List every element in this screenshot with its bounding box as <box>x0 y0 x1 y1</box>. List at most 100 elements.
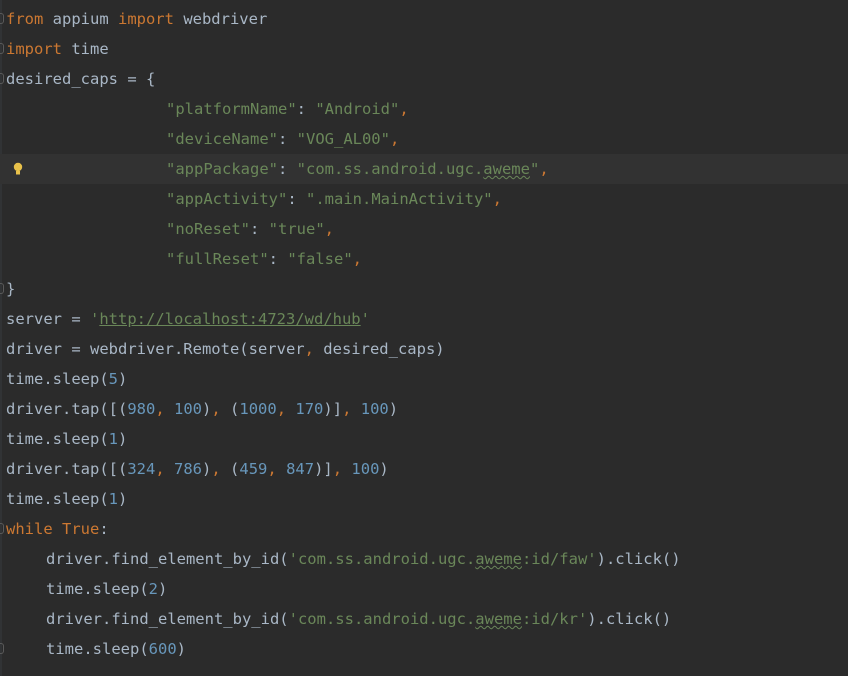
code-line[interactable]: time.sleep(600) <box>0 634 848 664</box>
code-text: time.sleep(2) <box>46 574 167 604</box>
code-token: True <box>62 520 100 538</box>
code-token: " <box>529 160 540 178</box>
code-token: "deviceName" <box>166 130 278 148</box>
code-token: , <box>332 460 343 478</box>
code-token: , <box>267 460 277 478</box>
code-token: 324 <box>127 460 156 478</box>
code-text: "fullReset": "false", <box>166 244 362 274</box>
code-line[interactable]: "noReset": "true", <box>0 214 848 244</box>
code-token: while <box>6 520 53 538</box>
code-token: ) <box>388 400 399 418</box>
fold-icon[interactable] <box>0 43 4 54</box>
code-line[interactable]: time.sleep(2) <box>0 574 848 604</box>
code-text: time.sleep(600) <box>46 634 186 664</box>
code-token: : <box>250 220 269 238</box>
code-token: import <box>117 10 174 28</box>
code-token: : <box>287 190 306 208</box>
code-token: ) <box>202 400 212 418</box>
code-token: "appActivity" <box>166 190 288 208</box>
code-line[interactable]: time.sleep(1) <box>0 424 848 454</box>
code-line[interactable]: "appPackage": "com.ss.android.ugc.aweme"… <box>0 154 848 184</box>
code-token: ".main.MainActivity" <box>306 190 493 208</box>
fold-icon[interactable] <box>0 643 4 654</box>
code-text: "appActivity": ".main.MainActivity", <box>166 184 502 214</box>
code-token: driver.tap([( <box>6 460 128 478</box>
code-token: ) <box>176 640 186 658</box>
lightbulb-icon[interactable] <box>13 162 23 176</box>
code-token: )] <box>323 400 343 418</box>
code-token: , <box>304 340 314 358</box>
code-line[interactable]: desired_caps = { <box>0 64 848 94</box>
code-token: ).click() <box>596 550 681 568</box>
code-line[interactable]: driver.find_element_by_id('com.ss.androi… <box>0 604 848 634</box>
code-token: , <box>342 400 352 418</box>
code-token: 100 <box>351 460 380 478</box>
code-editor[interactable]: from appium import webdriver import time d… <box>0 0 848 676</box>
code-token: 'com.ss.android.ugc. <box>288 550 476 568</box>
code-token: ( <box>220 460 240 478</box>
code-token: desired_caps) <box>313 340 445 358</box>
code-token: 100 <box>360 400 389 418</box>
code-text: from appium import webdriver <box>6 4 267 34</box>
code-line[interactable]: time.sleep(5) <box>0 364 848 394</box>
code-text: } <box>6 274 15 304</box>
code-line[interactable]: "appActivity": ".main.MainActivity", <box>0 184 848 214</box>
code-token: 980 <box>127 400 156 418</box>
code-token: driver.tap([( <box>6 400 128 418</box>
code-text: driver.find_element_by_id('com.ss.androi… <box>46 544 681 574</box>
code-token: time.sleep( <box>6 430 109 448</box>
code-text: while True: <box>6 514 109 544</box>
code-line[interactable]: driver.find_element_by_id('com.ss.androi… <box>0 544 848 574</box>
code-text: driver = webdriver.Remote(server, desire… <box>6 334 445 364</box>
code-token: , <box>492 190 502 208</box>
code-text: server = 'http://localhost:4723/wd/hub' <box>6 304 370 334</box>
code-line[interactable]: driver = webdriver.Remote(server, desire… <box>0 334 848 364</box>
code-token: time <box>62 40 109 58</box>
fold-icon[interactable] <box>0 283 4 294</box>
code-line[interactable]: import time <box>0 34 848 64</box>
code-token: ) <box>118 370 128 388</box>
code-line[interactable]: "fullReset": "false", <box>0 244 848 274</box>
code-line[interactable]: "deviceName": "VOG_AL00", <box>0 124 848 154</box>
code-token: "appPackage" <box>166 160 278 178</box>
code-token: : <box>277 160 297 178</box>
code-text: time.sleep(1) <box>6 484 127 514</box>
code-token: import <box>6 40 62 58</box>
code-token: ) <box>379 460 389 478</box>
code-token: 1000 <box>239 400 277 418</box>
code-token: : <box>99 520 109 538</box>
code-line[interactable]: while True: <box>0 514 848 544</box>
fold-icon[interactable] <box>0 13 4 24</box>
code-line[interactable]: time.sleep(1) <box>0 484 848 514</box>
code-token: )] <box>314 460 333 478</box>
code-line[interactable]: from appium import webdriver <box>0 4 848 34</box>
code-token: ' <box>90 310 100 328</box>
code-token: 100 <box>174 400 203 418</box>
code-text: driver.tap([(980, 100), (1000, 170)], 10… <box>6 394 398 424</box>
code-line[interactable]: driver.tap([(980, 100), (1000, 170)], 10… <box>0 394 848 424</box>
code-token: 786 <box>174 460 203 478</box>
fold-icon[interactable] <box>0 523 4 534</box>
code-text: driver.find_element_by_id('com.ss.androi… <box>46 604 671 634</box>
code-text: "platformName": "Android", <box>166 94 409 124</box>
code-token: http://localhost:4723/wd/hub <box>99 310 361 328</box>
code-token: desired_caps = { <box>6 70 156 88</box>
code-token: ( <box>220 400 240 418</box>
code-text: "deviceName": "VOG_AL00", <box>166 124 399 154</box>
code-text: desired_caps = { <box>6 64 155 94</box>
code-token: server = <box>6 310 90 328</box>
code-line[interactable]: "platformName": "Android", <box>0 94 848 124</box>
fold-icon[interactable] <box>0 73 4 84</box>
code-line[interactable]: driver.tap([(324, 786), (459, 847)], 100… <box>0 454 848 484</box>
code-token: 'com.ss.android.ugc. <box>288 610 476 628</box>
code-line[interactable]: } <box>0 274 848 304</box>
code-text: "noReset": "true", <box>166 214 334 244</box>
code-token: ' <box>360 310 370 328</box>
code-line[interactable]: server = 'http://localhost:4723/wd/hub' <box>0 304 848 334</box>
code-text: "appPackage": "com.ss.android.ugc.aweme"… <box>166 154 549 184</box>
code-text: time.sleep(1) <box>6 424 127 454</box>
